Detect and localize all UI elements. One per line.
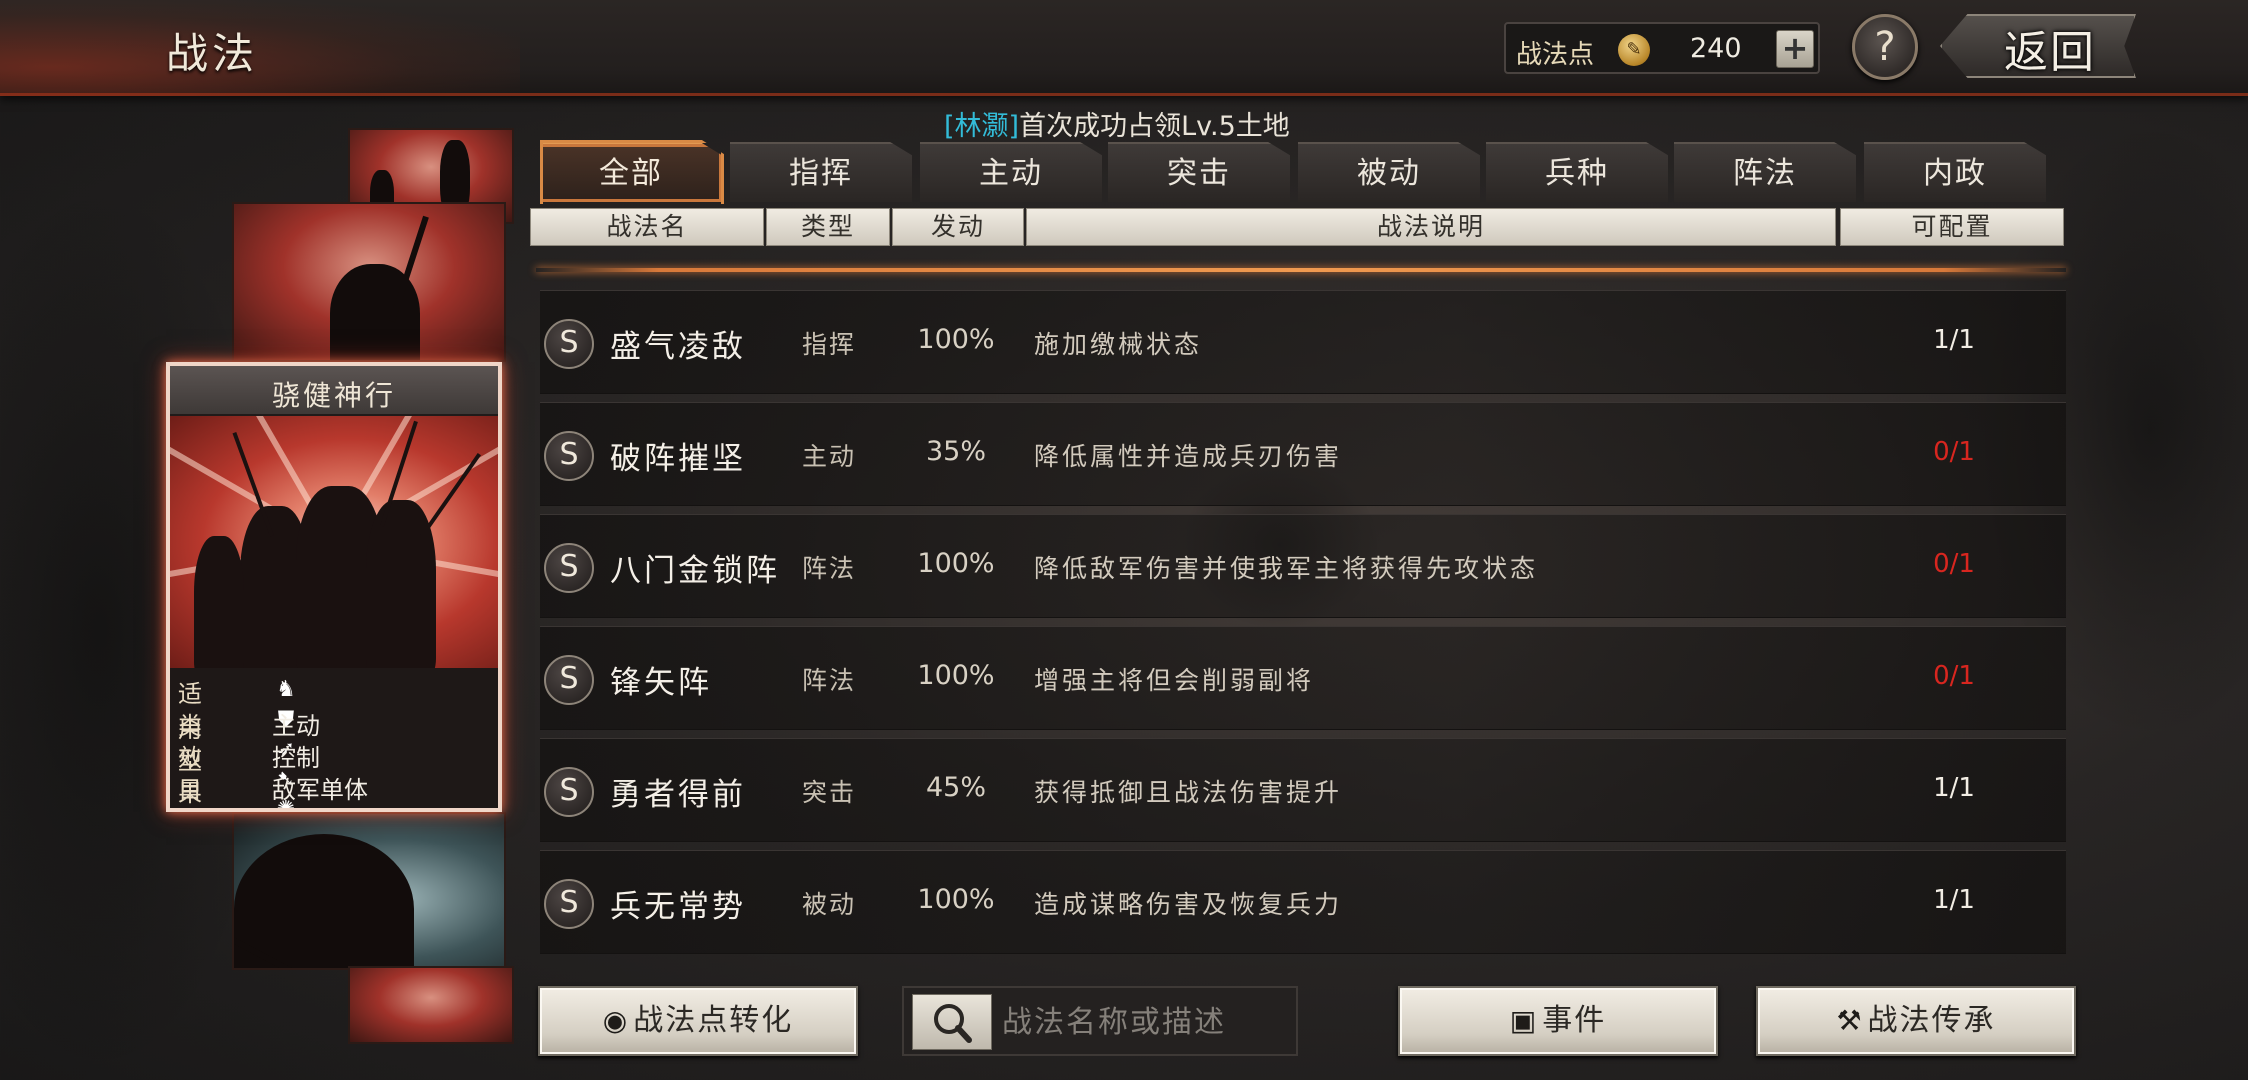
column-header-type[interactable]: 类型 — [766, 208, 890, 246]
skill-name: 破阵摧坚 — [610, 441, 746, 477]
selected-skill-card[interactable]: 骁健神行 适用 ♞⛊➶➷✺ 类型 主动 效果 控制 目标 — [166, 362, 502, 812]
skill-name: 八门金锁阵 — [610, 553, 780, 589]
skill-type: 阵法 — [802, 666, 857, 695]
skill-card-info: 适用 ♞⛊➶➷✺ 类型 主动 效果 控制 目标 敌军单体 — [170, 668, 498, 808]
tab-assault[interactable]: 突击 — [1108, 142, 1290, 202]
skill-type: 主动 — [802, 442, 857, 471]
skill-configurable: 1/1 — [1933, 885, 1975, 915]
tab-internal-affairs[interactable]: 内政 — [1864, 142, 2046, 202]
skill-list: S 盛气凌敌 指挥 100% 施加缴械状态 1/1 S 破阵摧坚 主动 35% … — [540, 290, 2066, 970]
skill-description: 降低属性并造成兵刃伤害 — [1034, 442, 1343, 471]
event-button[interactable]: ▣ 事件 — [1398, 986, 1718, 1056]
skill-configurable: 1/1 — [1933, 773, 1975, 803]
page-title: 战法 — [166, 29, 259, 78]
column-header-name[interactable]: 战法名 — [530, 208, 764, 246]
alert-book-icon: ▣ — [1509, 1004, 1539, 1037]
skill-inheritance-label: 战法传承 — [1867, 1003, 1996, 1038]
grade-badge: S — [544, 655, 594, 705]
skill-rate: 35% — [925, 436, 986, 467]
tab-command[interactable]: 指挥 — [730, 142, 912, 202]
warrior-silhouette — [194, 536, 244, 668]
skill-row[interactable]: S 盛气凌敌 指挥 100% 施加缴械状态 1/1 — [540, 290, 2066, 394]
skill-row[interactable]: S 锋矢阵 阵法 100% 增强主将但会削弱副将 0/1 — [540, 626, 2066, 730]
skill-type: 阵法 — [802, 554, 857, 583]
cavalry-icon: ♞ — [276, 677, 296, 702]
back-button-label[interactable]: 返回 — [2004, 16, 2096, 80]
skill-configurable: 0/1 — [1933, 549, 1975, 579]
skill-description: 获得抵御且战法伤害提升 — [1034, 778, 1343, 807]
skill-point-coin-icon: ✎ — [1618, 34, 1650, 66]
top-bar: 战法 战法点 ✎ 240 + ? 返回 — [0, 0, 2248, 96]
add-skill-points-button[interactable]: + — [1776, 30, 1814, 68]
event-label: 事件 — [1542, 1003, 1607, 1038]
grade-badge: S — [544, 879, 594, 929]
search-icon — [934, 1004, 972, 1043]
info-value: 敌军单体 — [272, 776, 368, 804]
skill-description: 施加缴械状态 — [1034, 330, 1203, 359]
skill-points-label: 战法点 — [1516, 40, 1595, 70]
skill-type: 被动 — [802, 890, 857, 919]
skill-name: 锋矢阵 — [610, 665, 712, 701]
skill-type: 突击 — [802, 778, 857, 807]
active-tab-highlight — [540, 140, 724, 204]
swirl-icon: ◉ — [602, 1004, 630, 1037]
skill-card-artwork — [170, 416, 498, 668]
skill-configurable: 0/1 — [1933, 661, 1975, 691]
search-button[interactable] — [912, 994, 992, 1050]
skill-points-value: 240 — [1690, 33, 1742, 64]
search-input[interactable] — [1002, 998, 1292, 1046]
skill-description: 造成谋略伤害及恢复兵力 — [1034, 890, 1343, 919]
top-bar-glow — [0, 0, 520, 96]
skill-row[interactable]: S 破阵摧坚 主动 35% 降低属性并造成兵刃伤害 0/1 — [540, 402, 2066, 506]
spear-silhouette — [420, 452, 481, 538]
info-value: 控制 — [272, 744, 320, 772]
skill-description: 增强主将但会削弱副将 — [1034, 666, 1315, 695]
info-value: 主动 — [272, 712, 320, 740]
skill-inheritance-button[interactable]: ⚒ 战法传承 — [1756, 986, 2076, 1056]
column-header-rate[interactable]: 发动 — [892, 208, 1024, 246]
skill-rate: 100% — [917, 884, 995, 915]
skill-card-title: 骁健神行 — [271, 379, 396, 412]
skill-rate: 100% — [917, 324, 995, 355]
card-stack-back-upper — [232, 202, 506, 362]
skill-rate: 100% — [917, 660, 995, 691]
header-divider — [536, 268, 2066, 272]
convert-skill-points-button[interactable]: ◉ 战法点转化 — [538, 986, 858, 1056]
skill-rate: 45% — [925, 772, 986, 803]
notice-player-name: [林灏] — [944, 111, 1020, 142]
card-silhouette — [234, 834, 414, 968]
skill-name: 兵无常势 — [610, 889, 746, 925]
card-stack-back-lower — [232, 812, 506, 970]
skill-configurable: 1/1 — [1933, 325, 1975, 355]
grade-badge: S — [544, 431, 594, 481]
grade-badge: S — [544, 543, 594, 593]
hammer-icon: ⚒ — [1836, 1004, 1864, 1037]
skill-card-title-bar: 骁健神行 — [170, 366, 498, 416]
grade-badge: S — [544, 767, 594, 817]
tab-troop[interactable]: 兵种 — [1486, 142, 1668, 202]
skill-type: 指挥 — [802, 330, 857, 359]
skill-name: 盛气凌敌 — [610, 329, 746, 365]
tab-active[interactable]: 主动 — [920, 142, 1102, 202]
convert-skill-points-label: 战法点转化 — [633, 1003, 794, 1038]
column-header-description: 战法说明 — [1026, 208, 1836, 246]
tab-passive[interactable]: 被动 — [1298, 142, 1480, 202]
card-stack-back-bottom — [348, 966, 514, 1044]
grade-badge: S — [544, 319, 594, 369]
skill-row[interactable]: S 八门金锁阵 阵法 100% 降低敌军伤害并使我军主将获得先攻状态 0/1 — [540, 514, 2066, 618]
notice-text: 首次成功占领Lv.5土地 — [1019, 111, 1290, 142]
help-button[interactable]: ? — [1852, 14, 1918, 80]
skill-rate: 100% — [917, 548, 995, 579]
skill-points-panel: 战法点 ✎ 240 + — [1504, 22, 1820, 74]
search-bar — [902, 986, 1298, 1056]
skill-configurable: 0/1 — [1933, 437, 1975, 467]
skill-row[interactable]: S 勇者得前 突击 45% 获得抵御且战法伤害提升 1/1 — [540, 738, 2066, 842]
column-header-configurable[interactable]: 可配置 — [1840, 208, 2064, 246]
skill-description: 降低敌军伤害并使我军主将获得先攻状态 — [1034, 554, 1539, 583]
info-key: 目标 — [178, 776, 204, 804]
skill-row[interactable]: S 兵无常势 被动 100% 造成谋略伤害及恢复兵力 1/1 — [540, 850, 2066, 954]
tab-formation[interactable]: 阵法 — [1674, 142, 1856, 202]
skill-name: 勇者得前 — [610, 777, 746, 813]
broadcast-notice: [林灏]首次成功占领Lv.5土地 — [944, 104, 1290, 143]
